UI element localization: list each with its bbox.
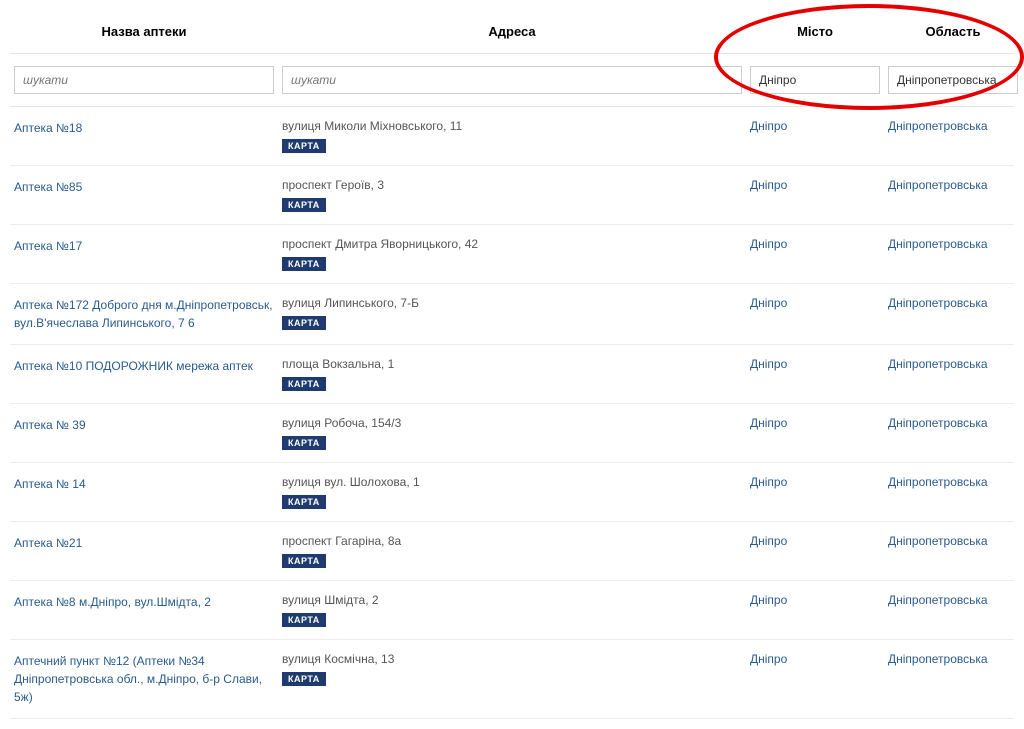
city-cell: Дніпро bbox=[750, 119, 880, 133]
header-city: Місто bbox=[750, 24, 880, 39]
pharmacy-name[interactable]: Аптека №21 bbox=[14, 534, 274, 552]
city-cell: Дніпро bbox=[750, 534, 880, 548]
table-header: Назва аптеки Адреса Місто Область bbox=[10, 10, 1014, 54]
address-text: вулиця вул. Шолохова, 1 bbox=[282, 475, 742, 489]
pharmacy-name[interactable]: Аптека №85 bbox=[14, 178, 274, 196]
map-button[interactable]: КАРТА bbox=[282, 377, 326, 391]
region-cell: Дніпропетровська bbox=[888, 357, 1018, 371]
region-cell: Дніпропетровська bbox=[888, 416, 1018, 430]
city-cell: Дніпро bbox=[750, 357, 880, 371]
table-row: Аптека №10 ПОДОРОЖНИК мережа аптек площа… bbox=[10, 345, 1014, 404]
pharmacy-name[interactable]: Аптека №10 ПОДОРОЖНИК мережа аптек bbox=[14, 357, 274, 375]
table-row: Аптека № 39 вулиця Робоча, 154/3 КАРТА Д… bbox=[10, 404, 1014, 463]
address-cell: вулиця Робоча, 154/3 КАРТА bbox=[282, 416, 742, 450]
address-cell: вулиця Шмідта, 2 КАРТА bbox=[282, 593, 742, 627]
address-text: вулиця Миколи Міхновського, 11 bbox=[282, 119, 742, 133]
region-cell: Дніпропетровська bbox=[888, 119, 1018, 133]
header-region: Область bbox=[888, 24, 1018, 39]
pharmacy-name[interactable]: Аптека № 39 bbox=[14, 416, 274, 434]
pharmacy-name[interactable]: Аптека №8 м.Дніпро, вул.Шмідта, 2 bbox=[14, 593, 274, 611]
address-cell: площа Вокзальна, 1 КАРТА bbox=[282, 357, 742, 391]
city-cell: Дніпро bbox=[750, 296, 880, 310]
table-row: Аптека №85 проспект Героїв, 3 КАРТА Дніп… bbox=[10, 166, 1014, 225]
address-cell: вулиця Космічна, 13 КАРТА bbox=[282, 652, 742, 686]
address-cell: проспект Дмитра Яворницького, 42 КАРТА bbox=[282, 237, 742, 271]
address-text: проспект Дмитра Яворницького, 42 bbox=[282, 237, 742, 251]
table-row: Аптека № 14 вулиця вул. Шолохова, 1 КАРТ… bbox=[10, 463, 1014, 522]
header-address: Адреса bbox=[282, 24, 742, 39]
table-row: Аптека №18 вулиця Миколи Міхновського, 1… bbox=[10, 107, 1014, 166]
address-text: площа Вокзальна, 1 bbox=[282, 357, 742, 371]
header-name: Назва аптеки bbox=[14, 24, 274, 39]
region-cell: Дніпропетровська bbox=[888, 475, 1018, 489]
city-cell: Дніпро bbox=[750, 593, 880, 607]
filter-name-input[interactable] bbox=[14, 66, 274, 94]
region-cell: Дніпропетровська bbox=[888, 237, 1018, 251]
pharmacy-name[interactable]: Аптека №17 bbox=[14, 237, 274, 255]
address-text: вулиця Робоча, 154/3 bbox=[282, 416, 742, 430]
filter-row bbox=[10, 54, 1014, 107]
map-button[interactable]: КАРТА bbox=[282, 613, 326, 627]
map-button[interactable]: КАРТА bbox=[282, 198, 326, 212]
address-text: вулиця Липинського, 7-Б bbox=[282, 296, 742, 310]
pharmacy-name[interactable]: Аптека № 14 bbox=[14, 475, 274, 493]
address-cell: вулиця Миколи Міхновського, 11 КАРТА bbox=[282, 119, 742, 153]
table-row: Аптечний пункт №12 (Аптеки №34 Дніпропет… bbox=[10, 640, 1014, 719]
filter-city-input[interactable] bbox=[750, 66, 880, 94]
pharmacy-name[interactable]: Аптечний пункт №12 (Аптеки №34 Дніпропет… bbox=[14, 652, 274, 706]
address-text: проспект Героїв, 3 bbox=[282, 178, 742, 192]
table-row: Аптека №21 проспект Гагаріна, 8а КАРТА Д… bbox=[10, 522, 1014, 581]
city-cell: Дніпро bbox=[750, 416, 880, 430]
map-button[interactable]: КАРТА bbox=[282, 257, 326, 271]
city-cell: Дніпро bbox=[750, 652, 880, 666]
address-cell: проспект Гагаріна, 8а КАРТА bbox=[282, 534, 742, 568]
map-button[interactable]: КАРТА bbox=[282, 495, 326, 509]
table-row: Аптека №172 Доброго дня м.Дніпропетровсь… bbox=[10, 284, 1014, 345]
map-button[interactable]: КАРТА bbox=[282, 672, 326, 686]
region-cell: Дніпропетровська bbox=[888, 534, 1018, 548]
city-cell: Дніпро bbox=[750, 475, 880, 489]
table-row: Аптека №17 проспект Дмитра Яворницького,… bbox=[10, 225, 1014, 284]
filter-address-input[interactable] bbox=[282, 66, 742, 94]
address-text: проспект Гагаріна, 8а bbox=[282, 534, 742, 548]
filter-region-input[interactable] bbox=[888, 66, 1018, 94]
pharmacy-name[interactable]: Аптека №18 bbox=[14, 119, 274, 137]
table-row: Аптека №8 м.Дніпро, вул.Шмідта, 2 вулиця… bbox=[10, 581, 1014, 640]
map-button[interactable]: КАРТА bbox=[282, 554, 326, 568]
region-cell: Дніпропетровська bbox=[888, 296, 1018, 310]
city-cell: Дніпро bbox=[750, 237, 880, 251]
map-button[interactable]: КАРТА bbox=[282, 316, 326, 330]
region-cell: Дніпропетровська bbox=[888, 652, 1018, 666]
address-text: вулиця Шмідта, 2 bbox=[282, 593, 742, 607]
address-cell: вулиця Липинського, 7-Б КАРТА bbox=[282, 296, 742, 330]
address-cell: проспект Героїв, 3 КАРТА bbox=[282, 178, 742, 212]
region-cell: Дніпропетровська bbox=[888, 178, 1018, 192]
region-cell: Дніпропетровська bbox=[888, 593, 1018, 607]
address-cell: вулиця вул. Шолохова, 1 КАРТА bbox=[282, 475, 742, 509]
city-cell: Дніпро bbox=[750, 178, 880, 192]
address-text: вулиця Космічна, 13 bbox=[282, 652, 742, 666]
map-button[interactable]: КАРТА bbox=[282, 436, 326, 450]
pharmacy-name[interactable]: Аптека №172 Доброго дня м.Дніпропетровсь… bbox=[14, 296, 274, 332]
map-button[interactable]: КАРТА bbox=[282, 139, 326, 153]
